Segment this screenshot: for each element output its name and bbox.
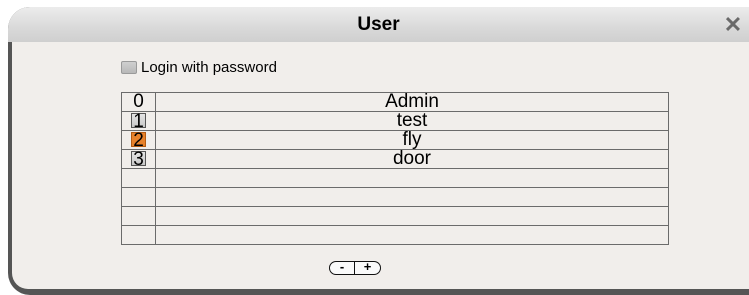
login-with-password-checkbox[interactable] xyxy=(121,60,137,74)
user-table: 0 Admin 1 test 2 fly 3 door xyxy=(121,92,669,245)
user-name: door xyxy=(155,149,669,169)
user-name: Admin xyxy=(155,92,669,112)
user-row[interactable] xyxy=(121,206,669,226)
user-index: 1 xyxy=(131,111,146,131)
user-index-cell xyxy=(121,225,156,245)
user-index xyxy=(132,170,145,185)
user-index-cell: 0 xyxy=(121,92,156,112)
user-index: 3 xyxy=(131,149,146,169)
dialog-content: Login with password 0 Admin 1 test 2 fly 3 door… xyxy=(12,42,749,289)
user-index-cell: 1 xyxy=(121,111,156,131)
user-row[interactable] xyxy=(121,225,669,245)
add-user-button[interactable]: + xyxy=(355,260,381,275)
close-icon[interactable]: ✕ xyxy=(722,14,744,36)
remove-user-button[interactable]: - xyxy=(329,260,355,275)
user-row[interactable]: 0 Admin xyxy=(121,92,669,112)
user-name: test xyxy=(155,111,669,131)
user-index-cell xyxy=(121,206,156,226)
user-row[interactable]: 3 door xyxy=(121,149,669,169)
user-name: fly xyxy=(155,130,669,150)
user-index xyxy=(132,189,145,204)
user-controls: - + xyxy=(329,260,381,275)
user-index-cell: 3 xyxy=(121,149,156,169)
user-index-cell xyxy=(121,187,156,207)
user-row[interactable] xyxy=(121,168,669,188)
user-index xyxy=(132,208,145,223)
user-index: 0 xyxy=(133,92,144,112)
login-with-password-option[interactable]: Login with password xyxy=(121,58,277,76)
dialog-title: User xyxy=(357,14,400,35)
user-row[interactable]: 1 test xyxy=(121,111,669,131)
user-name xyxy=(155,225,669,245)
user-name xyxy=(155,206,669,226)
user-name xyxy=(155,168,669,188)
login-with-password-label: Login with password xyxy=(141,58,277,76)
user-name xyxy=(155,187,669,207)
title-bar[interactable]: User ✕ xyxy=(8,7,749,42)
user-row[interactable] xyxy=(121,187,669,207)
user-index-cell xyxy=(121,168,156,188)
user-dialog: User ✕ Login with password 0 Admin 1 test 2 f… xyxy=(8,7,749,295)
user-row[interactable]: 2 fly xyxy=(121,130,669,150)
user-index: 2 xyxy=(131,130,146,150)
user-index xyxy=(132,227,145,242)
user-index-cell: 2 xyxy=(121,130,156,150)
